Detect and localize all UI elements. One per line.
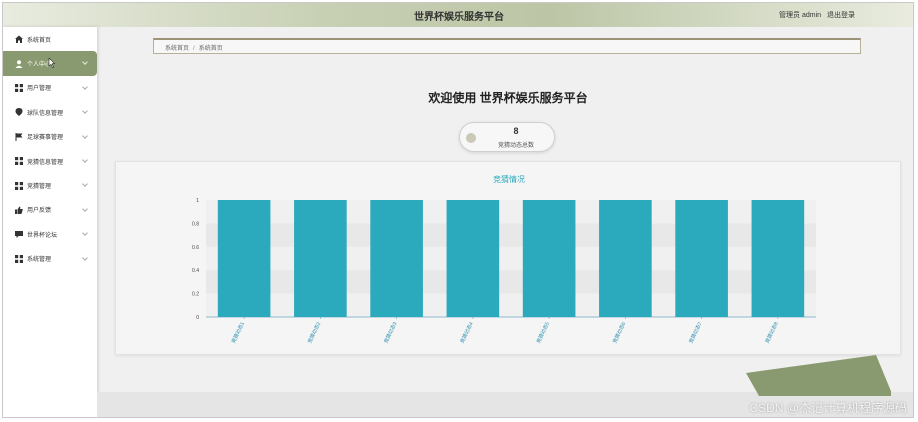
grid-icon	[14, 181, 23, 190]
grid-icon	[14, 157, 23, 166]
sidebar: 系统首页 个人中心 用户管理 球队信息管理 足球赛事管理 竞猜信息管理 竞猜管理…	[3, 27, 97, 417]
y-tick-label: 0.2	[192, 292, 199, 298]
sidebar-item-label: 系统管理	[27, 257, 52, 264]
decorative-shape	[746, 355, 891, 396]
sidebar-item-label: 系统首页	[27, 37, 52, 44]
user-label: 管理员 admin	[779, 12, 822, 19]
chevron-down-icon	[82, 181, 88, 188]
chevron-down-icon	[82, 108, 88, 115]
location-icon	[14, 108, 23, 117]
stat-label: 竞猜动态总数	[497, 143, 534, 149]
cursor-icon	[48, 57, 56, 70]
user-icon	[14, 59, 23, 68]
x-tick-label: 竞猜动态1	[230, 321, 246, 345]
bar	[370, 200, 423, 317]
chevron-down-icon	[82, 132, 88, 139]
bar	[675, 200, 728, 317]
sidebar-item-label: 用户反馈	[27, 208, 52, 215]
chevron-down-icon	[82, 157, 88, 163]
sidebar-item-label: 竞猜管理	[27, 184, 52, 191]
chevron-down-icon	[82, 254, 88, 261]
sidebar-item-forum[interactable]: 世界杯论坛	[3, 222, 97, 246]
chevron-down-icon	[82, 230, 88, 236]
breadcrumb-current: 系统首页	[198, 46, 223, 52]
y-tick-label: 0.8	[192, 221, 199, 227]
y-tick-label: 1	[196, 198, 199, 204]
stat-card: 8 竞猜动态总数	[459, 122, 555, 152]
x-tick-label: 竞猜动态2	[306, 321, 322, 345]
flag-icon	[14, 132, 23, 141]
grid-icon	[14, 254, 23, 263]
bar	[446, 200, 500, 317]
bar	[522, 200, 576, 317]
x-tick-label: 竞猜动态4	[459, 321, 475, 345]
thumb-icon	[14, 205, 23, 214]
y-tick-label: 0.4	[192, 268, 199, 274]
chart-panel: 竞猜情况 0 0.2 0.4 0.6 0.8 1 竞猜动态1 竞猜动态2 竞猜动态3 竞猜动态4 竞猜…	[115, 161, 901, 355]
watermark: CSDN @杰记计算机程序源码	[749, 401, 907, 415]
chevron-down-icon	[82, 59, 88, 66]
sidebar-item-label: 世界杯论坛	[27, 232, 58, 239]
sidebar-item-label: 足球赛事管理	[27, 135, 64, 142]
x-tick-label: 竞猜动态6	[611, 321, 627, 345]
bar	[294, 200, 347, 317]
bar	[217, 200, 271, 317]
breadcrumb-separator: /	[193, 46, 195, 52]
x-tick-label: 竞猜动态8	[764, 321, 780, 345]
y-tick-label: 0	[196, 315, 199, 321]
sidebar-item-system-management[interactable]: 系统管理	[3, 247, 97, 271]
y-tick-label: 0.6	[192, 245, 199, 251]
sidebar-item-label: 球队信息管理	[27, 110, 64, 117]
breadcrumb: 系统首页 / 系统首页	[153, 38, 861, 54]
bar	[599, 200, 652, 317]
sidebar-item-match-management[interactable]: 足球赛事管理	[3, 125, 97, 149]
top-header: 世界杯娱乐服务平台 管理员 admin 退出登录	[3, 3, 913, 27]
bar-chart: 竞猜情况 0 0.2 0.4 0.6 0.8 1 竞猜动态1 竞猜动态2 竞猜动态3 竞猜动态4 竞猜…	[192, 174, 816, 345]
sidebar-item-personal-center[interactable]: 个人中心	[3, 51, 97, 76]
header-user-area: 管理员 admin 退出登录	[775, 10, 855, 20]
sidebar-item-guess-management[interactable]: 竞猜管理	[3, 173, 97, 197]
x-tick-label: 竞猜动态5	[535, 321, 551, 345]
chart-title: 竞猜情况	[493, 174, 525, 184]
sidebar-item-guess-info-management[interactable]: 竞猜信息管理	[3, 149, 97, 173]
app-window: 世界杯娱乐服务平台 管理员 admin 退出登录 系统首页 个人中心 用户管理 …	[2, 2, 914, 418]
bar	[751, 200, 805, 317]
message-icon	[14, 230, 23, 239]
x-tick-label: 竞猜动态3	[382, 321, 398, 345]
breadcrumb-home-link[interactable]: 系统首页	[165, 46, 189, 52]
x-tick-label: 竞猜动态7	[687, 321, 703, 345]
sidebar-item-label: 竞猜信息管理	[27, 159, 64, 166]
sidebar-item-home[interactable]: 系统首页	[3, 27, 97, 51]
home-icon	[14, 35, 23, 44]
stat-value: 8	[513, 126, 519, 136]
chevron-down-icon	[82, 205, 88, 212]
sidebar-item-user-feedback[interactable]: 用户反馈	[3, 198, 97, 222]
welcome-heading: 欢迎使用 世界杯娱乐服务平台	[428, 91, 588, 105]
logout-link[interactable]: 退出登录	[827, 12, 855, 19]
